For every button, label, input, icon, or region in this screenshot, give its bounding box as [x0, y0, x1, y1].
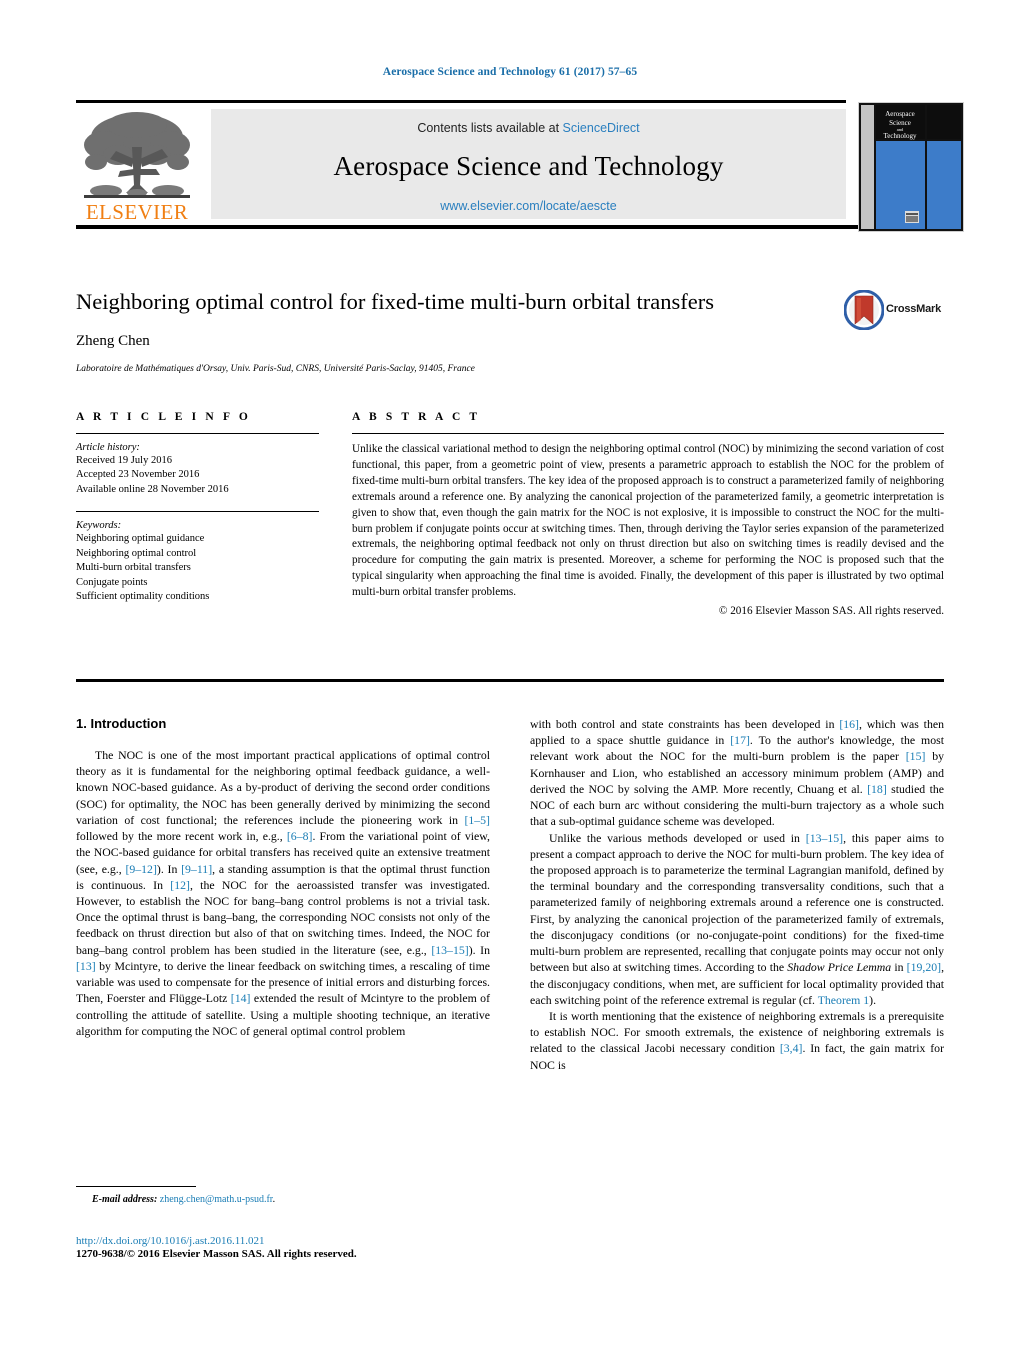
keyword-item: Neighboring optimal guidance: [76, 533, 205, 545]
cover-line-4: Technology: [884, 132, 917, 140]
doi-link[interactable]: http://dx.doi.org/10.1016/j.ast.2016.11.…: [76, 1235, 546, 1247]
journal-title: Aerospace Science and Technology: [333, 151, 724, 181]
crossmark-badge[interactable]: CrossMark: [843, 289, 944, 331]
article-info-heading: A R T I C L E I N F O: [76, 411, 251, 423]
cover-line-1: Aerospace: [885, 110, 915, 118]
abstract-copyright: © 2016 Elsevier Masson SAS. All rights r…: [718, 605, 944, 618]
journal-cover-thumbnail: Aerospace Science and Technology: [858, 102, 964, 232]
citation-ref[interactable]: [14]: [231, 991, 251, 1005]
article-history-item: Accepted 23 November 2016: [76, 469, 200, 481]
citation-ref[interactable]: [16]: [839, 717, 859, 731]
text-run: ). In: [468, 942, 490, 957]
abstract-column: A B S T R A C T Unlike the classical var…: [352, 411, 944, 617]
email-footnote: E-mail address: zheng.chen@math.u-psud.f…: [76, 1194, 490, 1205]
article-history-item: Available online 28 November 2016: [76, 483, 229, 495]
text-run: .: [272, 1194, 276, 1205]
text-run: ).: [869, 992, 877, 1007]
citation-ref[interactable]: [1–5]: [464, 813, 490, 827]
citation-ref[interactable]: [18]: [867, 782, 887, 796]
abstract-text: Unlike the classical variational method …: [352, 443, 944, 599]
text-run: , this paper aims to present a compact a…: [530, 830, 944, 975]
citation-ref[interactable]: [3,4]: [780, 1041, 803, 1055]
theorem-ref[interactable]: Theorem 1: [818, 993, 869, 1007]
citation-ref[interactable]: [15]: [906, 749, 926, 763]
journal-url-link[interactable]: www.elsevier.com/locate/aescte: [211, 199, 846, 213]
citation-ref[interactable]: [13–15]: [806, 831, 843, 845]
sciencedirect-link[interactable]: ScienceDirect: [563, 121, 640, 135]
crossmark-label: CrossMark: [886, 303, 942, 315]
elsevier-logo: ELSEVIER: [76, 107, 198, 225]
section-divider: [76, 679, 944, 682]
citation-ref[interactable]: [9–11]: [181, 862, 212, 876]
crossmark-icon: [843, 289, 885, 331]
cover-line-2: Science: [889, 119, 911, 127]
contents-available-line: Contents lists available at ScienceDirec…: [211, 121, 846, 135]
article-info-rule: [76, 433, 319, 434]
keywords-rule: [76, 511, 319, 513]
elsevier-wordmark: ELSEVIER: [85, 200, 189, 224]
keyword-item: Conjugate points: [76, 576, 148, 588]
masthead-body: ELSEVIER Contents lists available at Sci…: [76, 102, 964, 232]
citation-ref[interactable]: [9–12]: [125, 862, 156, 876]
text-run: with both control and state constraints …: [530, 717, 840, 731]
elsevier-tree-icon: [84, 112, 190, 198]
emphasis-shadow-price-lemma: Shadow Price Lemma: [787, 960, 892, 975]
citation-ref[interactable]: [13]: [76, 959, 96, 973]
paragraph-intro-right-3: It is worth mentioning that the existenc…: [530, 1008, 944, 1073]
text-run: Unlike the various methods developed or …: [549, 830, 806, 845]
page-footer: http://dx.doi.org/10.1016/j.ast.2016.11.…: [76, 1235, 546, 1260]
body-column-left: 1. Introduction The NOC is one of the mo…: [76, 716, 490, 1039]
paragraph-intro-right-2: Unlike the various methods developed or …: [530, 830, 944, 1008]
title-block: Neighboring optimal control for fixed-ti…: [76, 288, 944, 374]
paragraph-intro-left: The NOC is one of the most important pra…: [76, 747, 490, 1039]
keyword-item: Neighboring optimal control: [76, 547, 197, 559]
journal-banner: Contents lists available at ScienceDirec…: [211, 109, 846, 219]
page-title: Neighboring optimal control for fixed-ti…: [76, 289, 714, 314]
abstract-heading: A B S T R A C T: [352, 411, 481, 423]
footnote-rule: [76, 1186, 196, 1187]
keywords-label: Keywords:: [76, 520, 122, 532]
keyword-item: Sufficient optimality conditions: [76, 591, 210, 603]
citation-ref[interactable]: [19,20]: [907, 960, 941, 974]
paragraph-intro-right-1: with both control and state constraints …: [530, 716, 944, 830]
running-head: Aerospace Science and Technology 61 (201…: [382, 66, 638, 78]
article-history-label: Article history:: [76, 442, 140, 453]
email-address-label: E-mail address:: [92, 1194, 158, 1205]
footnote-block: E-mail address: zheng.chen@math.u-psud.f…: [76, 1186, 490, 1205]
masthead-bottom-rule: [76, 225, 944, 229]
citation-ref[interactable]: [6–8]: [287, 829, 313, 843]
body-column-right: with both control and state constraints …: [530, 716, 944, 1073]
section-heading-introduction: 1. Introduction: [76, 716, 167, 731]
text-run: The NOC is one of the most important pra…: [76, 748, 490, 827]
text-run: in: [891, 960, 907, 975]
issn-copyright-line: 1270-9638/© 2016 Elsevier Masson SAS. Al…: [76, 1248, 357, 1260]
citation-ref[interactable]: [13–15]: [431, 943, 468, 957]
contents-prefix: Contents lists available at: [417, 121, 560, 135]
abstract-rule: [352, 433, 944, 434]
text-run: ). In: [156, 861, 182, 876]
paper-page: Aerospace Science and Technology 61 (201…: [0, 0, 1020, 1351]
citation-ref[interactable]: [12]: [170, 878, 190, 892]
citation-ref[interactable]: [17]: [730, 733, 750, 747]
journal-masthead: ELSEVIER Contents lists available at Sci…: [76, 100, 964, 232]
article-history-item: Received 19 July 2016: [76, 455, 172, 466]
email-link[interactable]: zheng.chen@math.u-psud.fr: [160, 1194, 273, 1205]
article-info-column: A R T I C L E I N F O Article history: R…: [76, 411, 319, 605]
author-affiliation: Laboratoire de Mathématiques d'Orsay, Un…: [76, 364, 475, 374]
journal-cover-image: Aerospace Science and Technology: [859, 103, 963, 231]
keyword-item: Multi-burn orbital transfers: [76, 562, 191, 574]
text-run: followed by the more recent work in, e.g…: [76, 829, 287, 844]
author-name: Zheng Chen: [76, 333, 150, 349]
